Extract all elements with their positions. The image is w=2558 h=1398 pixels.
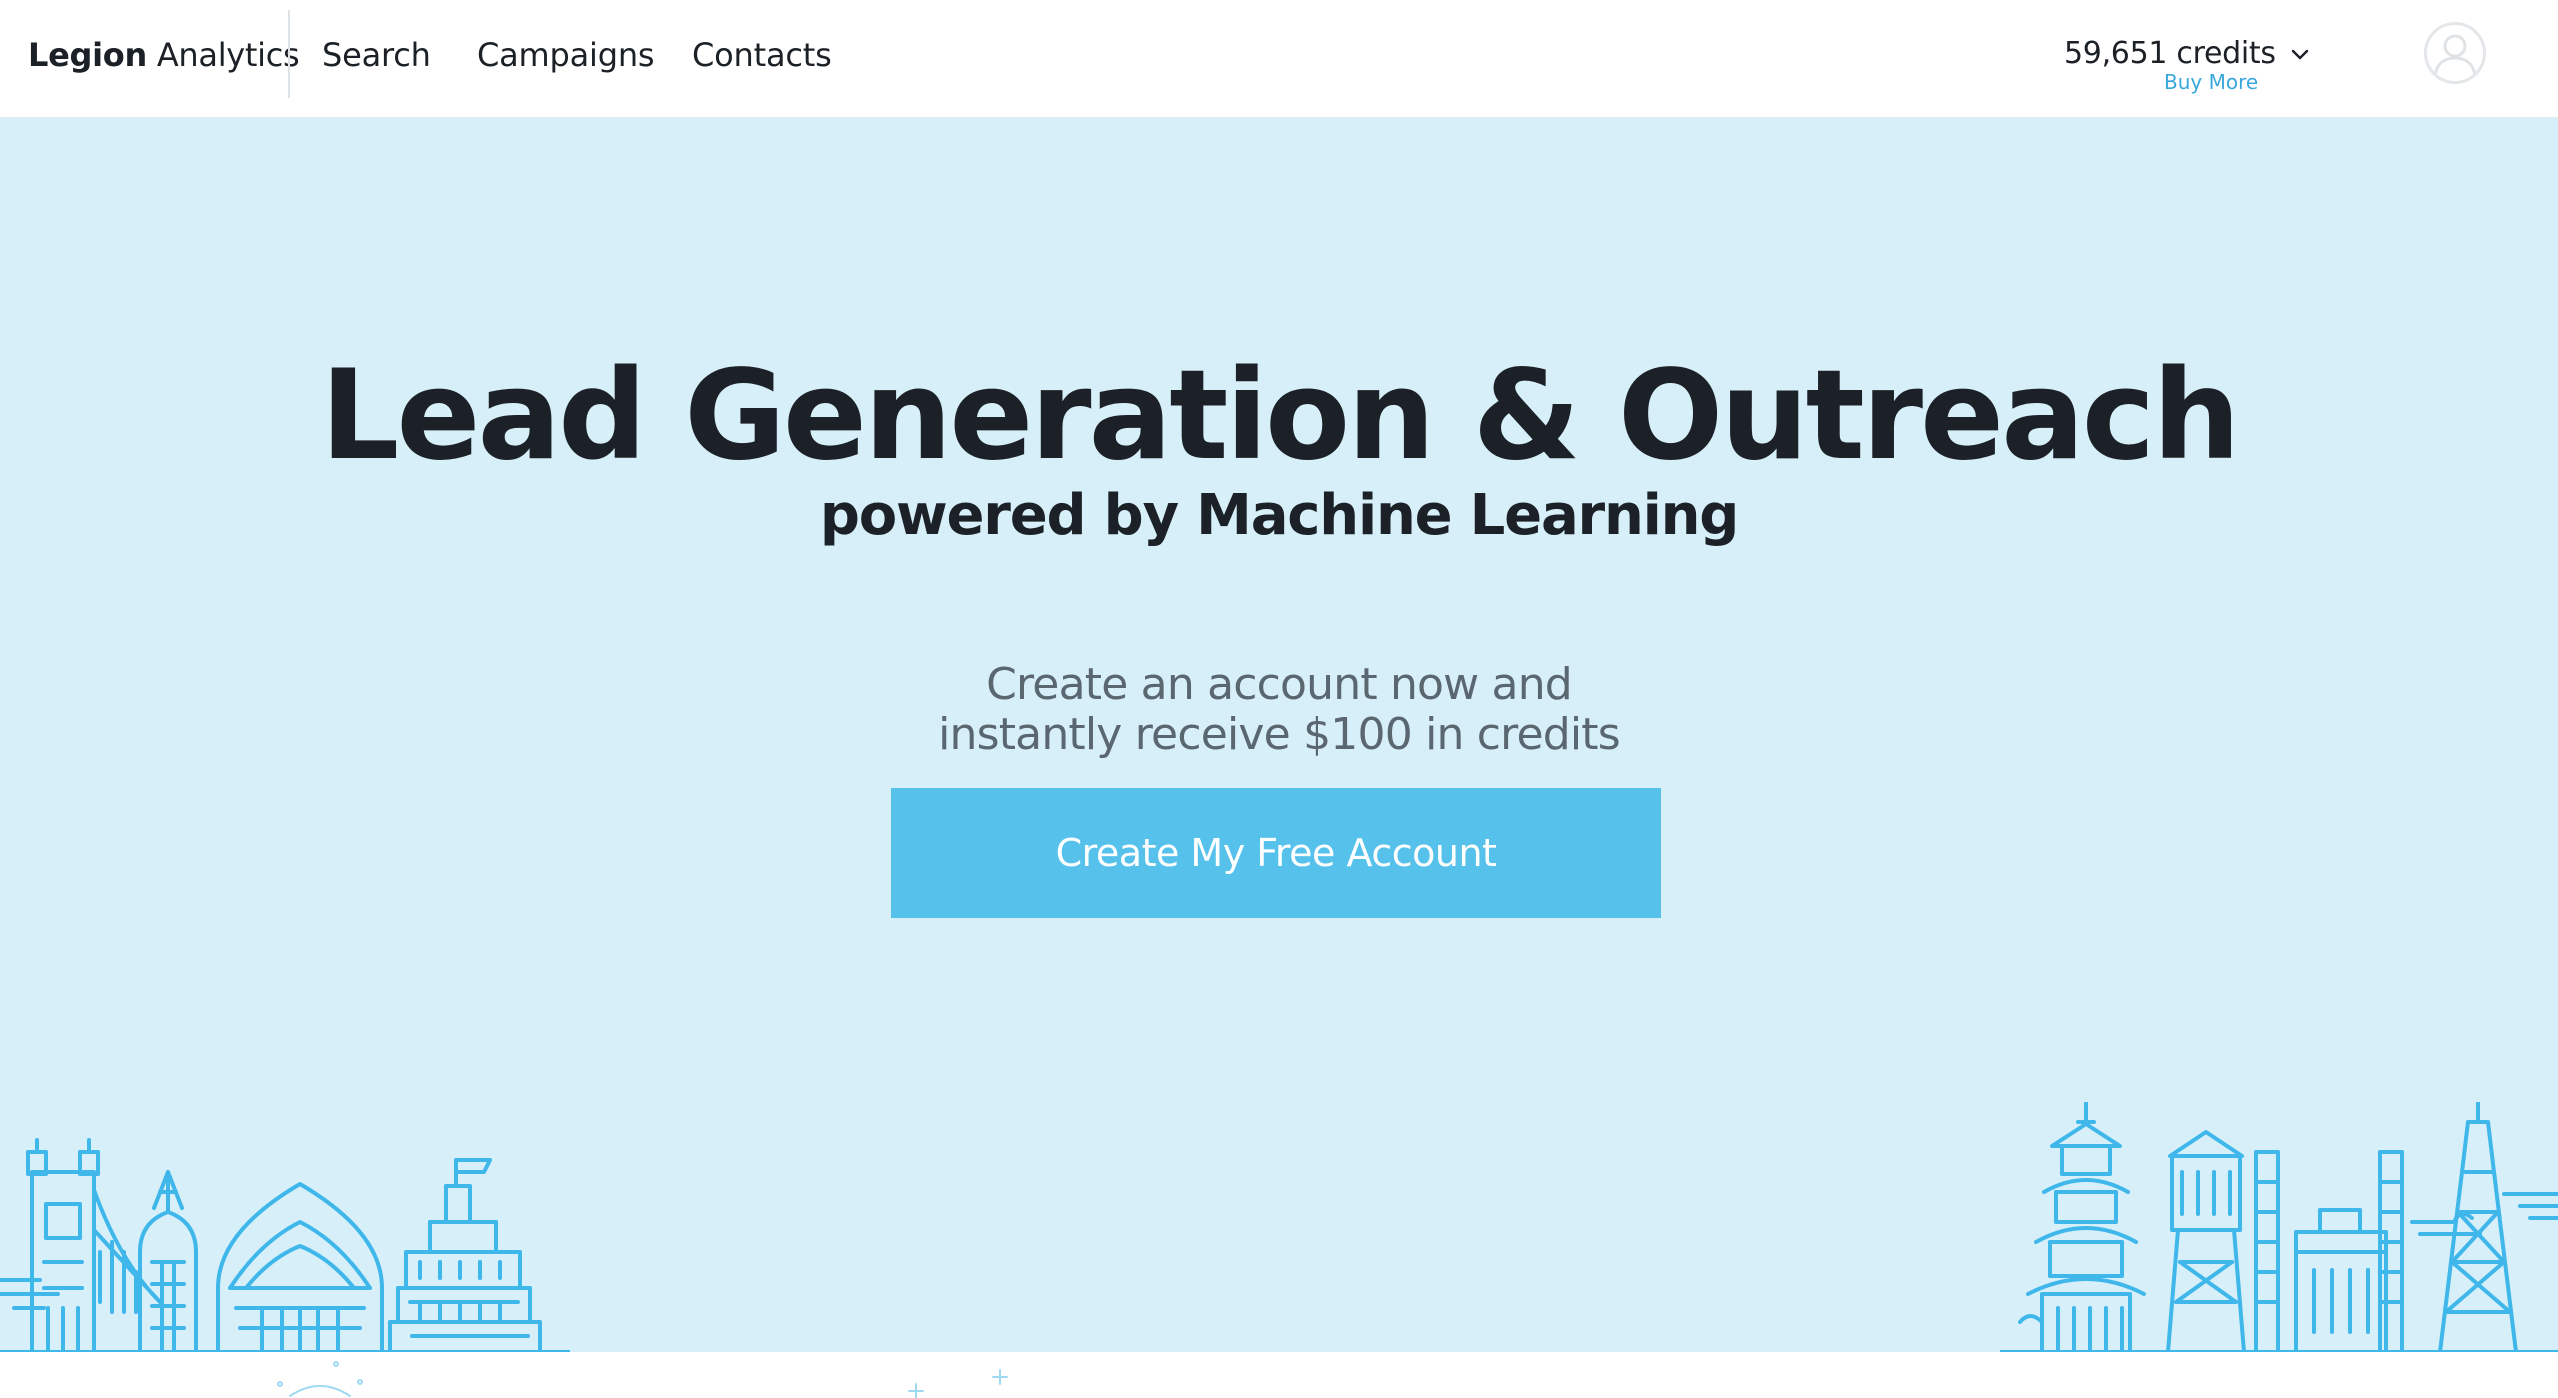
brand-logo[interactable]: Legion Analytics — [28, 0, 300, 110]
nav-divider — [288, 10, 290, 98]
nav-link-campaigns[interactable]: Campaigns — [477, 0, 655, 110]
nav-link-search[interactable]: Search — [322, 0, 431, 110]
hero-headline: Lead Generation & Outreach — [320, 344, 2240, 488]
user-avatar-icon[interactable] — [2424, 22, 2486, 84]
hero-section: Lead Generation & Outreach powered by Ma… — [0, 118, 2558, 1352]
chevron-down-icon — [2291, 49, 2309, 59]
credits-balance: 59,651 credits — [2064, 36, 2276, 71]
nav-link-contacts[interactable]: Contacts — [692, 0, 832, 110]
city-skyline-left — [0, 1138, 570, 1352]
brand-name-bold: Legion — [28, 36, 147, 74]
create-free-account-button[interactable]: Create My Free Account — [891, 788, 1661, 918]
decorative-sparkles — [277, 1361, 1008, 1398]
promo-line-1: Create an account now and — [986, 659, 1573, 710]
hero-subheadline: powered by Machine Learning — [819, 483, 1740, 548]
brand-name-light: Analytics — [156, 36, 300, 74]
promo-text: Create an account now and instantly rece… — [0, 660, 2558, 760]
promo-line-2: instantly receive $100 in credits — [938, 709, 1621, 760]
buy-more-link[interactable]: Buy More — [2164, 70, 2258, 94]
below-hero-strip — [0, 1352, 2558, 1398]
city-skyline-right — [2000, 1102, 2558, 1352]
user-silhouette-icon — [2433, 34, 2477, 76]
top-navigation-bar: Legion Analytics Search Campaigns Contac… — [0, 0, 2558, 118]
